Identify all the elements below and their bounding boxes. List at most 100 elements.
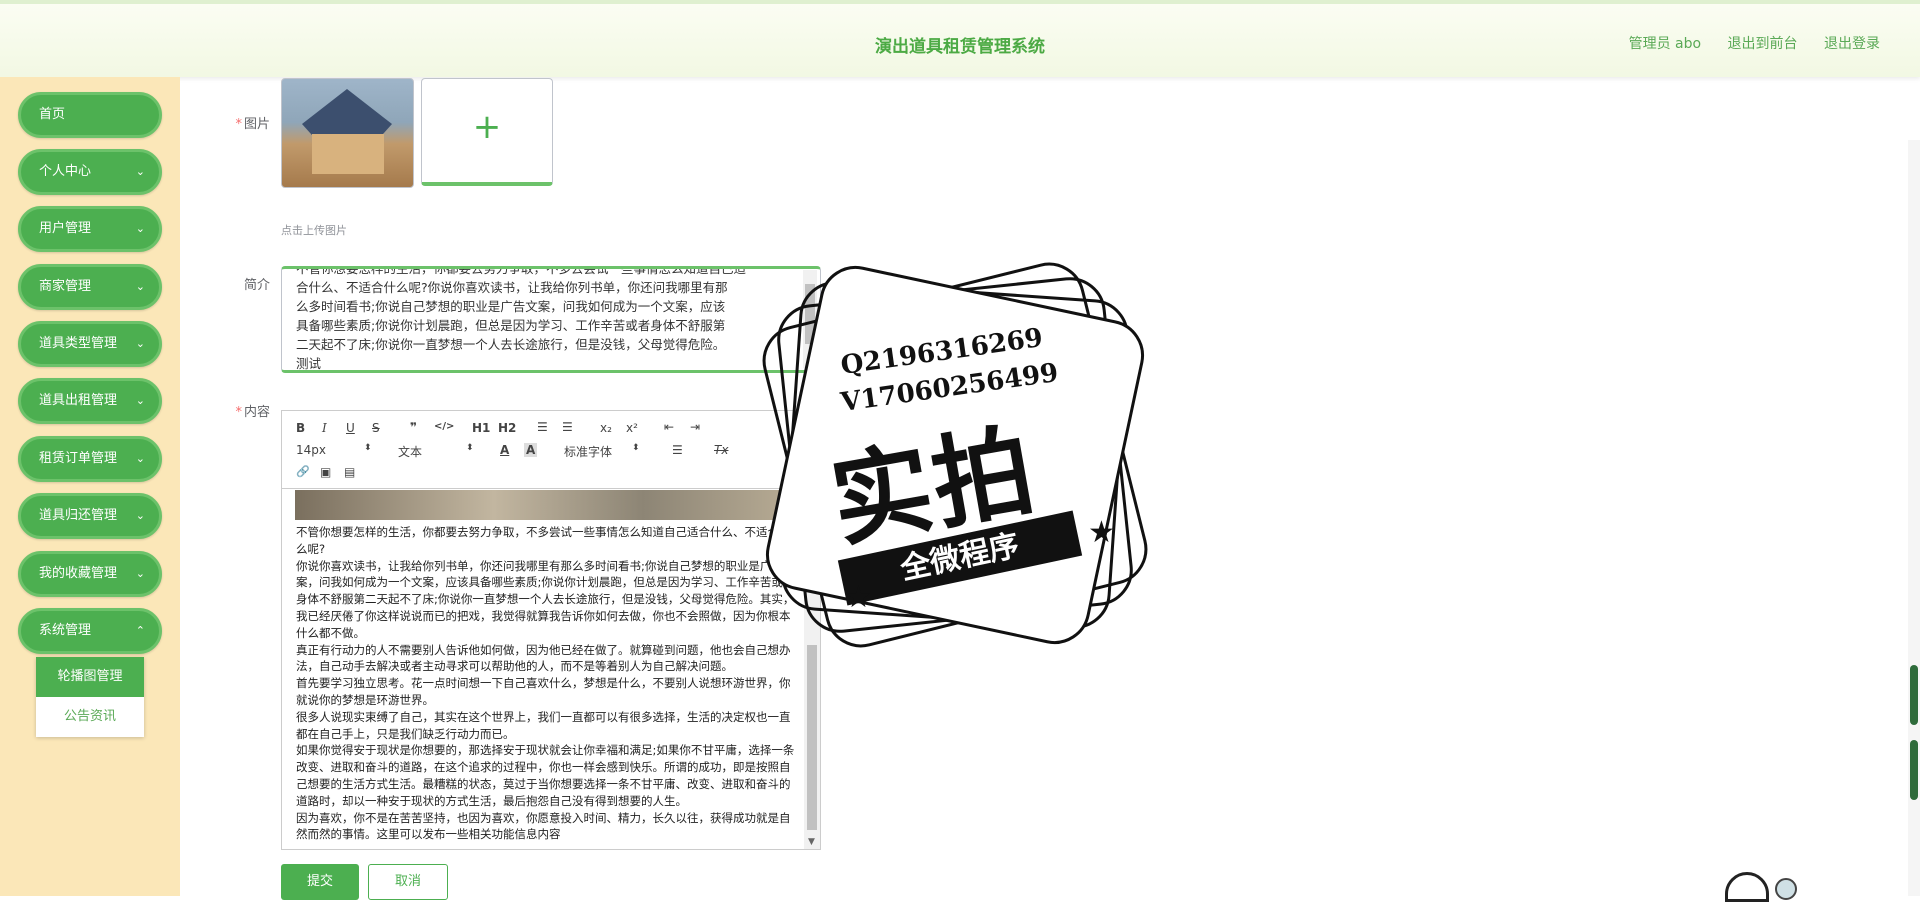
editor-paragraph: 因为喜欢，你不是在苦苦坚持，也因为喜欢，你愿意投入时间、精力，长久以往，获得成功… [296,810,791,842]
sidebar-item-label: 道具归还管理 [39,508,118,523]
sidebar-item-merchants[interactable]: 商家管理 ⌄ [18,264,162,310]
underline-button[interactable]: U [346,421,355,435]
sidebar-item-prop-rental[interactable]: 道具出租管理 ⌄ [18,378,162,424]
mascot-widget[interactable] [1725,870,1805,902]
bold-button[interactable]: B [296,421,305,435]
upload-tip: 点击上传图片 [281,224,347,237]
editor-toolbar: B I U S ❞ </> H1 H2 ☰ ☰ x₂ x² ⇤ ⇥ 14px ⬍… [282,411,820,489]
scrollbar-thumb[interactable] [1910,740,1918,800]
watermark-stamp: Q2196316269 V17060256499 实拍 全微程序 ★ ★ [745,254,1175,685]
star-icon: ★ [845,580,872,615]
submenu-item-news[interactable]: 公告资讯 [36,697,144,737]
sidebar-item-users[interactable]: 用户管理 ⌄ [18,206,162,252]
rich-text-editor: B I U S ❞ </> H1 H2 ☰ ☰ x₂ x² ⇤ ⇥ 14px ⬍… [281,410,821,850]
editor-paragraph: 你说你喜欢读书，让我给你列书单，你还问我哪里有那么多时间看书;你说自己梦想的职业… [296,558,795,640]
editor-content-area[interactable]: 不管你想要怎样的生活，你都要去努力争取，不多尝试一些事情怎么知道自己适合什么、不… [282,490,802,849]
intro-line: 不管你想要怎样的生活，你都要去努力争取，不多去尝试一些事情怎么知道自己适 [296,266,747,276]
chevron-down-icon: ⌄ [135,567,145,580]
chevron-down-icon: ⌄ [135,509,145,522]
sidebar-item-returns[interactable]: 道具归还管理 ⌄ [18,493,162,539]
quote-icon[interactable]: ❞ [410,420,417,434]
sidebar-item-system[interactable]: 系统管理 ⌃ [18,608,162,654]
required-mark: * [235,405,242,420]
header-links: 管理员 abo 退出到前台 退出登录 [1607,33,1880,53]
text-format-select[interactable]: 文本 [398,443,422,460]
strike-button[interactable]: S [372,421,380,435]
sidebar-item-label: 用户管理 [39,221,92,236]
sidebar-item-label: 道具类型管理 [39,336,118,351]
clear-format-icon[interactable]: Tx [714,443,728,457]
sidebar-item-home[interactable]: 首页 [18,92,162,138]
intro-line: 么多时间看书;你说自己梦想的职业是广告文案，问我如何成为一个文案，应该 [296,299,726,314]
scrollbar-thumb[interactable] [1910,665,1918,725]
intro-line: 测试 [296,356,322,371]
sidebar-item-label: 商家管理 [39,279,92,294]
chevron-up-icon: ⌃ [135,624,145,637]
font-family-select[interactable]: 标准字体 [564,443,612,460]
chat-bubble-icon [1775,878,1797,900]
page-scrollbar[interactable] [1908,140,1920,896]
chevron-down-icon: ⌄ [135,337,145,350]
background-color-icon[interactable]: A [524,443,538,457]
select-arrow-icon: ⬍ [364,443,372,453]
video-icon[interactable]: ▤ [344,465,355,479]
intro-line: 合什么、不适合什么呢?你说你喜欢读书，让我给你列书单，你还问我哪里有那 [296,280,728,295]
sidebar-item-orders[interactable]: 租赁订单管理 ⌄ [18,436,162,482]
chevron-down-icon: ⌄ [135,280,145,293]
text-color-icon[interactable]: A [500,443,509,457]
cancel-button[interactable]: 取消 [368,864,448,900]
image-icon[interactable]: ▣ [320,465,331,479]
admin-user-link[interactable]: 管理员 abo [1629,36,1701,52]
sidebar-item-label: 系统管理 [39,623,92,638]
code-icon[interactable]: </> [434,421,454,432]
cat-face-icon [1725,872,1769,902]
editor-paragraph: 如果你觉得安于现状是你想要的，那选择安于现状就会让你幸福和满足;如果你不甘平庸，… [296,743,795,808]
star-icon: ★ [1088,515,1115,550]
font-size-select[interactable]: 14px [296,443,326,457]
intro-textarea[interactable]: 不管你想要怎样的生活，你都要去努力争取，不多去尝试一些事情怎么知道自己适 合什么… [281,266,821,373]
sidebar-item-label: 首页 [39,107,66,122]
house-roof-shape [302,89,392,139]
editor-paragraph: 不管你想要怎样的生活，你都要去努力争取，不多尝试一些事情怎么知道自己适合什么、不… [296,525,791,556]
h1-button[interactable]: H1 [472,421,490,435]
editor-text: 不管你想要怎样的生活，你都要去努力争取，不多尝试一些事情怎么知道自己适合什么、不… [296,524,796,843]
house-wall-shape [312,134,384,174]
chevron-down-icon: ⌄ [135,394,145,407]
intro-line: 具备哪些素质;你说你计划晨跑，但总是因为学习、工作辛苦或者身体不舒服第 [296,318,726,333]
chevron-down-icon: ⌄ [135,222,145,235]
intro-field-label: 简介 [243,278,270,293]
sidebar-item-label: 我的收藏管理 [39,566,118,581]
sidebar-item-prop-types[interactable]: 道具类型管理 ⌄ [18,321,162,367]
editor-paragraph: 真正有行动力的人不需要别人告诉他如何做，因为他已经在做了。就算碰到问题，他也会自… [296,642,791,674]
uploaded-image-thumbnail[interactable] [281,78,414,188]
top-header: 演出道具租赁管理系统 管理员 abo 退出到前台 退出登录 [0,0,1920,77]
outdent-icon[interactable]: ⇤ [664,420,674,434]
exit-to-front-link[interactable]: 退出到前台 [1728,36,1798,52]
sidebar-item-label: 租赁订单管理 [39,451,118,466]
required-mark: * [235,117,242,132]
embedded-image [295,490,792,520]
system-submenu: 轮播图管理 公告资讯 [36,657,144,737]
bullet-list-icon[interactable]: ☰ [562,420,573,434]
sidebar-item-favorites[interactable]: 我的收藏管理 ⌄ [18,551,162,597]
submit-button[interactable]: 提交 [281,864,359,900]
superscript-button[interactable]: x² [626,421,638,435]
sidebar-item-label: 个人中心 [39,164,92,179]
link-icon[interactable]: 🔗 [296,465,310,478]
editor-paragraph: 首先要学习独立思考。花一点时间想一下自己喜欢什么，梦想是什么，不要别人说想环游世… [296,676,791,707]
sidebar: 首页 个人中心 ⌄ 用户管理 ⌄ 商家管理 ⌄ 道具类型管理 ⌄ 道具出租管理 … [0,77,180,896]
image-upload-button[interactable]: + [421,78,553,186]
chevron-down-icon: ⌄ [135,165,145,178]
scroll-down-icon[interactable]: ▼ [808,837,815,847]
italic-button[interactable]: I [322,421,327,435]
ordered-list-icon[interactable]: ☰ [537,420,548,434]
submenu-item-carousel[interactable]: 轮播图管理 [36,657,144,697]
indent-icon[interactable]: ⇥ [690,420,700,434]
select-arrow-icon: ⬍ [632,443,640,453]
sidebar-item-profile[interactable]: 个人中心 ⌄ [18,149,162,195]
logout-link[interactable]: 退出登录 [1824,36,1880,52]
h2-button[interactable]: H2 [498,421,516,435]
subscript-button[interactable]: x₂ [600,421,612,435]
intro-line: 二天起不了床;你说你一直梦想一个人去长途旅行，但是没钱，父母觉得危险。 [296,337,726,352]
align-icon[interactable]: ☰ [672,443,683,457]
